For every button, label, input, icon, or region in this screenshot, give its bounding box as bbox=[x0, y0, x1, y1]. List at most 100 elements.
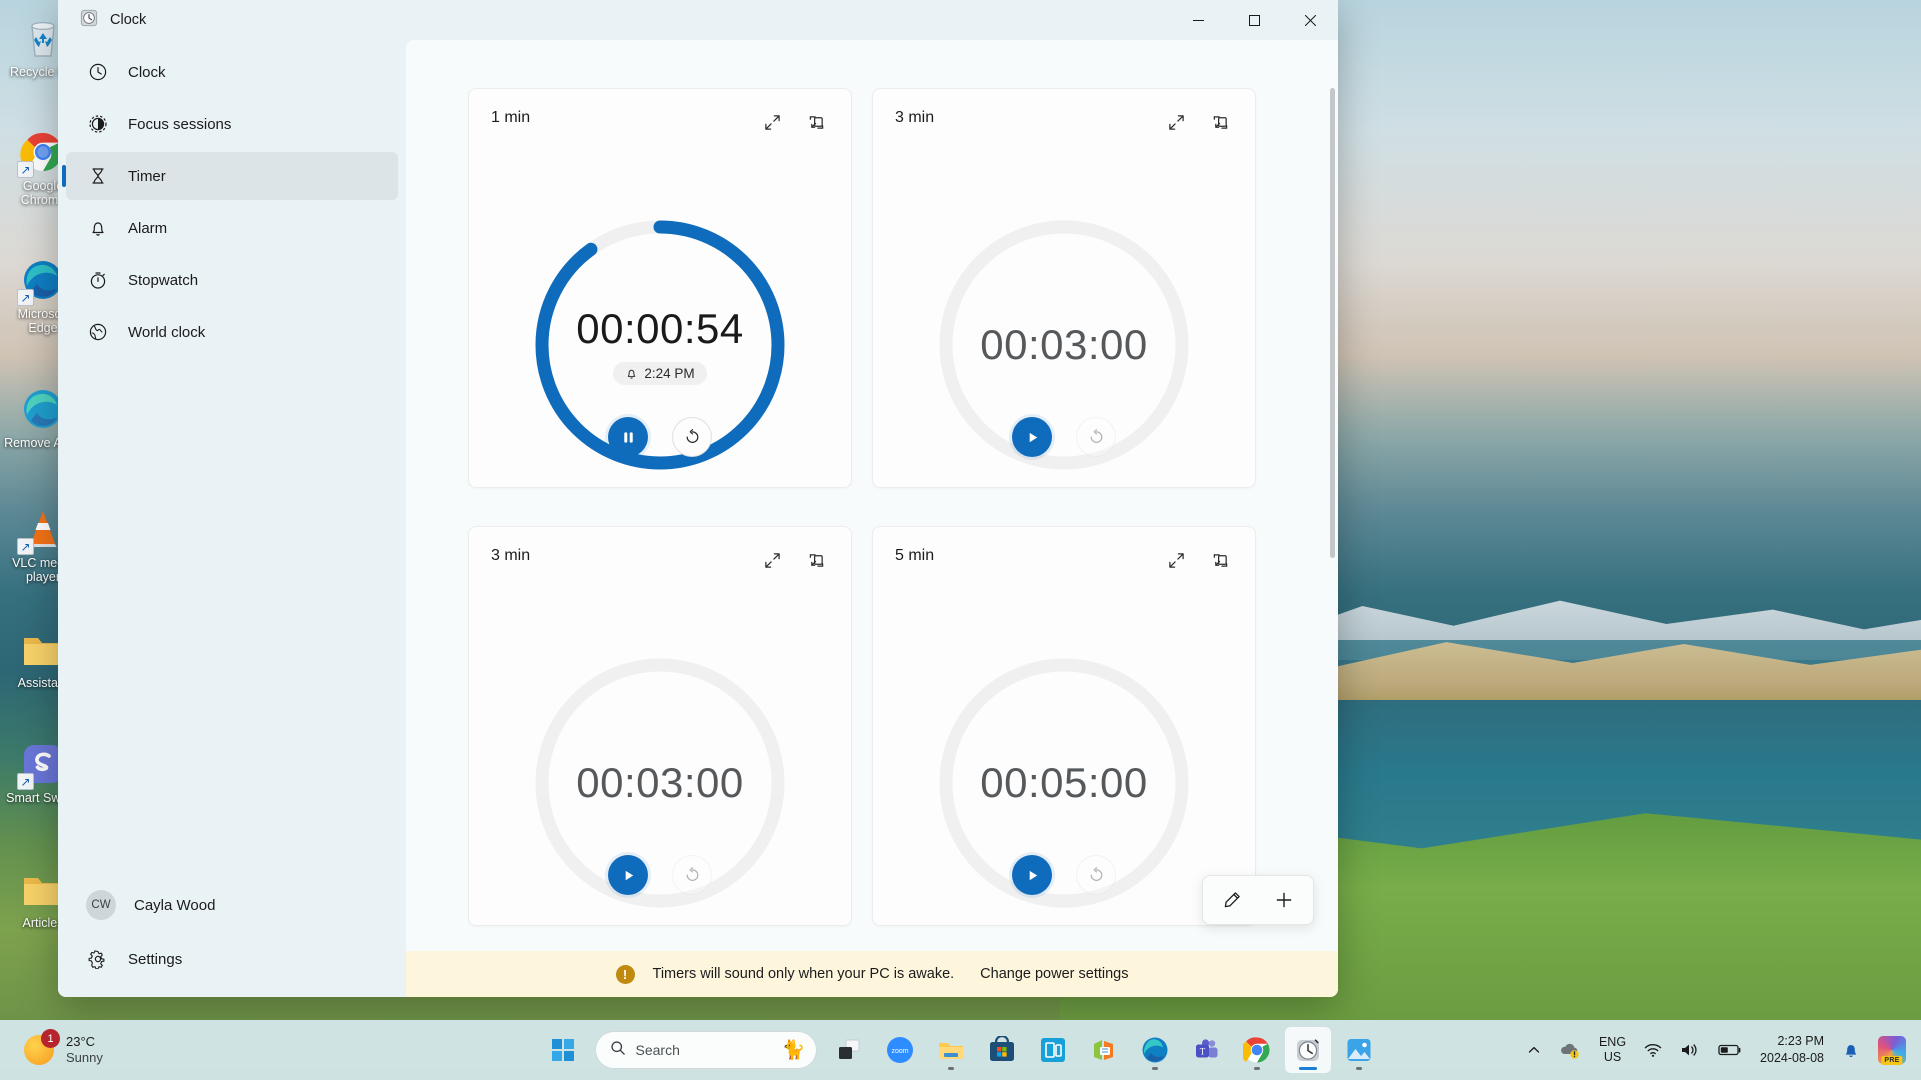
copilot-button[interactable]: PRE bbox=[1871, 1027, 1913, 1073]
timer-card-title: 3 min bbox=[491, 547, 531, 564]
sidebar-item-stopwatch[interactable]: Stopwatch bbox=[66, 256, 398, 304]
search-input[interactable]: Search 🐈 bbox=[594, 1031, 817, 1069]
compact-overlay-icon[interactable] bbox=[1207, 547, 1233, 573]
copilot-preview-badge: PRE bbox=[1881, 1056, 1903, 1065]
tray-date: 2024-08-08 bbox=[1760, 1051, 1824, 1065]
taskbar-app-microsoft-store[interactable] bbox=[979, 1027, 1025, 1073]
power-warning-banner: ! Timers will sound only when your PC is… bbox=[406, 951, 1338, 997]
timer-card-actions bbox=[1163, 547, 1233, 573]
shortcut-arrow-icon: ↗ bbox=[17, 773, 34, 790]
minimize-button[interactable] bbox=[1170, 0, 1226, 40]
play-button[interactable] bbox=[1012, 417, 1052, 457]
notification-badge: 1 bbox=[41, 1029, 60, 1048]
pause-button[interactable] bbox=[608, 417, 648, 457]
start-button[interactable] bbox=[540, 1027, 586, 1073]
timer-grid: 1 min 00:00:54 2:24 PM 3 min 00:03:00 3 … bbox=[468, 88, 1338, 951]
reset-button[interactable] bbox=[672, 417, 712, 457]
close-button[interactable] bbox=[1282, 0, 1338, 40]
taskbar-app-edge[interactable] bbox=[1132, 1027, 1178, 1073]
notifications-bell-icon[interactable] bbox=[1835, 1027, 1867, 1073]
warning-icon: ! bbox=[615, 964, 635, 984]
running-indicator bbox=[1298, 1067, 1317, 1070]
task-view-button[interactable] bbox=[826, 1027, 872, 1073]
sidebar-item-timer[interactable]: Timer bbox=[62, 152, 398, 200]
taskbar-app-file-explorer[interactable] bbox=[928, 1027, 974, 1073]
timer-floating-actions bbox=[1202, 875, 1314, 925]
weather-temperature: 23°C bbox=[66, 1034, 96, 1049]
svg-text:T: T bbox=[1199, 1047, 1205, 1057]
taskbar-app-office[interactable] bbox=[1081, 1027, 1127, 1073]
copilot-icon: PRE bbox=[1878, 1036, 1906, 1065]
sidebar-item-clock[interactable]: Clock bbox=[66, 48, 398, 96]
play-button[interactable] bbox=[1012, 855, 1052, 895]
search-placeholder: Search bbox=[635, 1042, 680, 1058]
timer-card-controls bbox=[608, 417, 712, 457]
svg-text:zoom: zoom bbox=[891, 1048, 908, 1055]
account-name: Cayla Wood bbox=[134, 896, 216, 914]
change-power-settings-link[interactable]: Change power settings bbox=[980, 966, 1128, 982]
sidebar-item-settings[interactable]: Settings bbox=[66, 935, 398, 983]
clock-app-window: Clock Clock Focus sessions Timer Alarm S… bbox=[58, 0, 1338, 997]
warning-text: Timers will sound only when your PC is a… bbox=[652, 966, 955, 982]
volume-icon[interactable] bbox=[1673, 1027, 1707, 1073]
taskbar-app-teams[interactable]: T bbox=[1183, 1027, 1229, 1073]
expand-icon[interactable] bbox=[1163, 109, 1189, 135]
expand-icon[interactable] bbox=[759, 547, 785, 573]
titlebar-drag-region[interactable] bbox=[406, 0, 1170, 40]
play-button[interactable] bbox=[608, 855, 648, 895]
avatar: CW bbox=[86, 890, 116, 920]
onedrive-warning-icon[interactable] bbox=[1552, 1027, 1588, 1073]
taskbar-app-chrome[interactable] bbox=[1234, 1027, 1280, 1073]
edit-timers-button[interactable] bbox=[1213, 881, 1251, 919]
expand-icon[interactable] bbox=[1163, 547, 1189, 573]
compact-overlay-icon[interactable] bbox=[1207, 109, 1233, 135]
hourglass-icon bbox=[88, 166, 108, 186]
timer-card-title: 3 min bbox=[895, 109, 935, 126]
taskbar-app-photos[interactable] bbox=[1336, 1027, 1382, 1073]
sidebar-item-focus-sessions[interactable]: Focus sessions bbox=[66, 100, 398, 148]
running-indicator bbox=[1253, 1067, 1260, 1070]
reset-button bbox=[1076, 855, 1116, 895]
compact-overlay-icon[interactable] bbox=[803, 109, 829, 135]
timer-card-actions bbox=[759, 109, 829, 135]
taskbar-app-strip: Search 🐈 zoom T bbox=[540, 1027, 1382, 1073]
compact-overlay-icon[interactable] bbox=[803, 547, 829, 573]
system-tray: ENG US 2:23 PM 2024-08-08 PRE bbox=[1520, 1020, 1921, 1080]
sidebar-item-alarm[interactable]: Alarm bbox=[66, 204, 398, 252]
cat-icon: 🐈 bbox=[781, 1040, 806, 1061]
weather-condition: Sunny bbox=[66, 1050, 103, 1065]
maximize-button[interactable] bbox=[1226, 0, 1282, 40]
language-primary: ENG bbox=[1598, 1035, 1627, 1049]
content-scrollbar[interactable] bbox=[1330, 88, 1335, 558]
taskbar-app-snipping-tool[interactable] bbox=[1030, 1027, 1076, 1073]
clock-date-button[interactable]: 2:23 PM 2024-08-08 bbox=[1753, 1027, 1831, 1073]
timer-card-controls bbox=[608, 855, 712, 895]
timer-card-title: 5 min bbox=[895, 547, 935, 564]
timer-card[interactable]: 5 min 00:05:00 bbox=[872, 526, 1256, 926]
timer-card-actions bbox=[1163, 109, 1233, 135]
add-timer-button[interactable] bbox=[1265, 881, 1303, 919]
timer-remaining-time: 00:03:00 bbox=[576, 759, 744, 806]
timer-scroll-region[interactable]: 1 min 00:00:54 2:24 PM 3 min 00:03:00 3 … bbox=[406, 40, 1338, 951]
sun-icon: 1 bbox=[24, 1029, 60, 1065]
show-hidden-icons-button[interactable] bbox=[1520, 1027, 1548, 1073]
timer-card[interactable]: 3 min 00:03:00 bbox=[872, 88, 1256, 488]
expand-icon[interactable] bbox=[759, 109, 785, 135]
running-indicator bbox=[1151, 1067, 1158, 1070]
battery-icon[interactable] bbox=[1711, 1027, 1749, 1073]
timer-card[interactable]: 3 min 00:03:00 bbox=[468, 526, 852, 926]
bell-icon bbox=[88, 218, 108, 238]
timer-alarm-chip: 2:24 PM bbox=[613, 362, 707, 385]
timer-card-controls bbox=[1012, 855, 1116, 895]
language-secondary: US bbox=[1603, 1050, 1622, 1064]
language-indicator[interactable]: ENG US bbox=[1592, 1027, 1633, 1073]
sidebar-account[interactable]: CW Cayla Wood bbox=[66, 879, 398, 931]
taskbar-app-clock[interactable] bbox=[1284, 1027, 1331, 1073]
wifi-icon[interactable] bbox=[1637, 1027, 1669, 1073]
timer-card-controls bbox=[1012, 417, 1116, 457]
taskbar-app-zoom[interactable]: zoom bbox=[877, 1027, 923, 1073]
weather-widget[interactable]: 1 23°C Sunny bbox=[6, 1026, 117, 1074]
timer-card[interactable]: 1 min 00:00:54 2:24 PM bbox=[468, 88, 852, 488]
sidebar-item-world-clock[interactable]: World clock bbox=[66, 308, 398, 356]
